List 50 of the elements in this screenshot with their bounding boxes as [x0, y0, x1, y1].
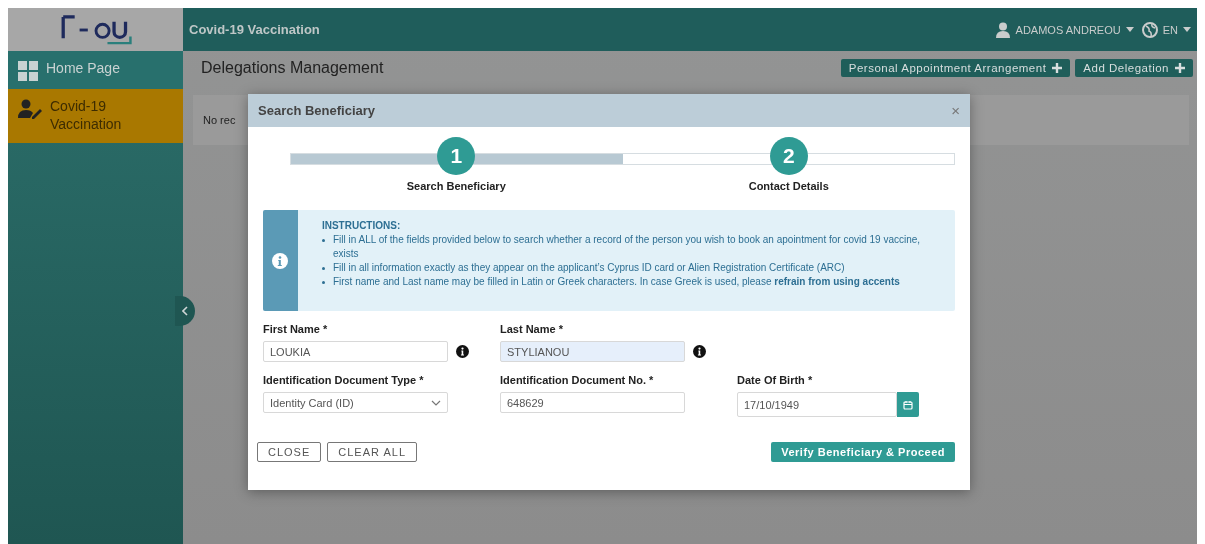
- add-button[interactable]: Add Delegation: [1075, 59, 1193, 77]
- field-label: Identification Document No. *: [500, 374, 655, 386]
- step-number: 1: [437, 137, 476, 175]
- page-title: Delegations Management: [201, 59, 384, 77]
- info-icon[interactable]: [456, 345, 469, 358]
- dialog-title: Search Beneficiary: [258, 103, 376, 118]
- collapse-handle[interactable]: [175, 296, 195, 326]
- instruction-text: First name and Last name may be filled in Latin or Greek characters. In case Greek is used, please refrain from using accents: [332, 275, 900, 289]
- info-icon[interactable]: [693, 345, 706, 358]
- field-label: Last Name *: [500, 323, 564, 335]
- bullet-icon: [321, 239, 325, 242]
- input-field[interactable]: 648629: [500, 392, 685, 413]
- user-edit-icon: [18, 99, 42, 119]
- step-label: Search Beneficiary: [406, 180, 506, 192]
- add-button[interactable]: Personal Appointment Arrangement: [840, 59, 1071, 77]
- bullet-icon: [321, 281, 325, 284]
- calendar-icon: [903, 399, 913, 410]
- date-field[interactable]: 17/10/1949: [737, 392, 897, 417]
- bullet-icon: [321, 267, 325, 270]
- user-icon: [994, 21, 1011, 38]
- caret-icon: [1125, 27, 1134, 32]
- info-icon: [272, 252, 289, 269]
- step-label: Contact Details: [748, 180, 829, 192]
- plus-icon: [1175, 63, 1185, 73]
- empty-message: No rec: [203, 114, 236, 126]
- input-field[interactable]: LOUKIA: [263, 341, 448, 362]
- field-label: Date Of Birth *: [737, 374, 814, 386]
- verify-button[interactable]: Verify Beneficiary & Proceed: [771, 442, 955, 462]
- instructions-title: INSTRUCTIONS:: [321, 219, 402, 233]
- chevron-down-icon: [431, 399, 441, 406]
- close-button[interactable]: ×: [951, 102, 960, 119]
- outline-button[interactable]: CLOSE: [257, 442, 322, 462]
- field-label: First Name *: [263, 323, 329, 335]
- grid-icon: [18, 61, 38, 81]
- globe-icon: [1141, 21, 1158, 38]
- outline-button[interactable]: CLEAR ALL: [327, 442, 417, 462]
- instruction-text: Fill in ALL of the fields provided below to search whether a record of the person you wish to book an apointment for covid 19 vaccine, exists: [332, 233, 922, 261]
- calendar-button[interactable]: [897, 392, 919, 417]
- step-number: 2: [769, 137, 808, 175]
- sidebar-item[interactable]: Covid-19 Vaccination: [8, 89, 183, 143]
- header-title: Covid-19 Vaccination: [189, 22, 320, 37]
- sidebar-item[interactable]: Home Page: [8, 51, 183, 89]
- instruction-text: Fill in all information exactly as they appear on the applicant’s Cyprus ID card or Alien Registration Certificate (ARC): [332, 261, 845, 275]
- select-field[interactable]: Identity Card (ID): [263, 392, 448, 413]
- caret-icon: [1183, 27, 1191, 32]
- field-label: Identification Document Type *: [263, 374, 425, 386]
- user-menu[interactable]: ADAMOS ANDREOU: [994, 21, 1134, 38]
- language-menu[interactable]: EN: [1141, 21, 1191, 38]
- input-field[interactable]: STYLIANOU: [500, 341, 685, 362]
- plus-icon: [1052, 63, 1063, 73]
